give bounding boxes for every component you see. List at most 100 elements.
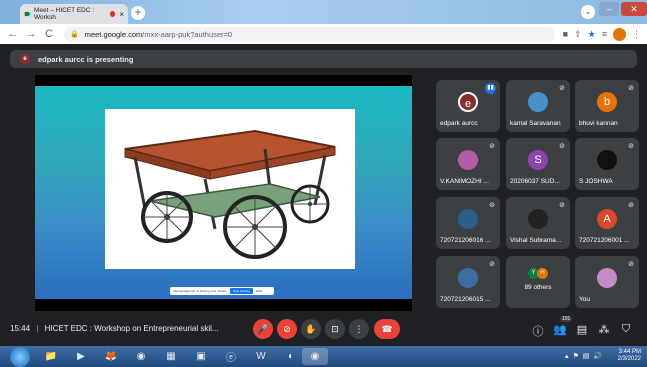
bookmark-star-icon[interactable]: ★ [588,29,596,40]
tab-search-chevron-icon[interactable]: ⌄ [581,5,595,19]
participant-tile[interactable]: ⊘ 720721206015 ... [436,256,500,308]
word-app-icon[interactable]: W [248,348,274,365]
participant-name: V.KANIMOZHI ... [440,178,489,185]
clock-time: 3:44 PM [618,349,641,355]
participant-name: Vishal Subrama... [510,237,562,244]
volume-icon[interactable]: 🔊 [593,352,602,360]
close-window-button[interactable]: ✕ [621,2,647,16]
participant-tile[interactable]: b ⊘ bhuvi kannan [575,80,639,132]
others-tile[interactable]: Y H 89 others [506,256,570,308]
mic-off-icon: ⊘ [559,143,565,150]
url-host: meet.google.com [84,29,143,39]
meeting-time: 15:44 [10,324,31,333]
browser-tab-meet[interactable]: Meet – HICET EDC : Worksh × [20,4,128,24]
participant-tile[interactable]: ⊘ kamal Saravanan [506,80,570,132]
self-tile[interactable]: ⊘ You [575,256,639,308]
participant-avatar: S [528,150,548,170]
screen-share-notice: meet.google.com is sharing your screen. … [170,287,274,295]
clock-date: 2/3/2022 [617,356,641,362]
presenter-avatar: e [20,54,30,64]
stop-sharing-button[interactable]: Stop sharing [230,288,253,294]
host-controls-icon[interactable]: ⛉ [619,323,633,336]
new-tab-button[interactable]: + [131,6,145,20]
mic-off-icon: ⊘ [559,202,565,209]
media-player-app-icon[interactable]: ▶ [68,348,94,365]
participant-tile[interactable]: ⊘ 720721206016 ... [436,197,500,249]
reading-list-icon[interactable]: ≡ [602,29,607,39]
more-options-button[interactable]: ⋮ [349,319,369,339]
forward-button[interactable]: → [24,28,38,40]
activities-icon[interactable]: ⁂ [597,323,611,336]
speaking-indicator-icon: ▮▮ [485,83,496,94]
edge-app-icon[interactable]: ⓔ [218,348,244,365]
participant-tile[interactable]: ⊘ Vishal Subrama... [506,197,570,249]
network-icon[interactable]: ▤ [583,352,590,360]
participant-tile[interactable]: ⊘ S JOSHWA [575,138,639,190]
system-tray: ▴ ⚑ ▤ 🔊 [565,352,602,360]
mic-off-icon: ⊘ [628,85,634,92]
participant-tile[interactable]: ⊘ V.KANIMOZHI ... [436,138,500,190]
participant-tile[interactable]: A ⊘ 720721206001 ... [575,197,639,249]
flag-icon[interactable]: ⚑ [573,352,579,360]
share-icon[interactable]: ⇪ [574,29,582,40]
mic-off-button[interactable]: 🎤 [253,319,273,339]
others-count: 89 others [524,284,552,291]
chat-icon[interactable]: ▤ [575,323,589,336]
participant-avatar [528,209,548,229]
participant-name: You [579,296,590,303]
participant-tile[interactable]: e ▮▮ edpark aurcc [436,80,500,132]
participant-name: 720721206001 ... [579,237,630,244]
meeting-control-bar: 15:44 | HICET EDC : Workshop on Entrepre… [0,314,647,346]
explorer-app-icon[interactable]: 📁 [38,348,64,365]
windows-taskbar: 📁 ▶ 🦊 ◉ ▦ ▣ ⓔ W ◐ ◉ ▴ ⚑ ▤ 🔊 3:44 PM 2/3/… [0,346,647,367]
firefox-app-icon[interactable]: 🦊 [98,348,124,365]
participant-avatar [458,209,478,229]
mic-off-icon: ⊘ [628,143,634,150]
participant-name: edpark aurcc [440,120,478,127]
mic-off-icon: ⊘ [489,261,495,268]
camera-off-button[interactable]: ⊘ [277,319,297,339]
participant-name: kamal Saravanan [510,120,561,127]
participant-name: 20206037 SUD... [510,178,560,185]
raise-hand-button[interactable]: ✋ [301,319,321,339]
hide-button[interactable]: Hide [256,289,262,293]
camera-in-use-icon[interactable]: ■ [563,29,568,39]
presenting-text: edpark aurcc is presenting [38,54,134,64]
tray-chevron-icon[interactable]: ▴ [565,352,569,360]
chrome-app-icon[interactable]: ◉ [128,348,154,365]
participant-avatar [458,268,478,288]
minimize-button[interactable]: – [599,2,619,16]
browser-menu-icon[interactable]: ⋮ [632,29,641,40]
participant-count-badge: 101 [560,316,573,322]
mic-off-icon: ⊘ [559,85,565,92]
url-path: /mxx-aarp-puk?authuser=0 [142,29,233,39]
reload-button[interactable]: C [42,28,56,40]
clock[interactable]: 3:44 PM 2/3/2022 [618,349,641,363]
back-button[interactable]: ← [6,28,20,40]
participant-avatar: A [597,209,617,229]
address-bar[interactable]: 🔒 meet.google.com /mxx-aarp-puk?authuser… [64,26,555,42]
meet-favicon-icon [24,11,31,17]
profile-avatar[interactable] [613,27,626,41]
lock-icon: 🔒 [70,31,79,38]
participant-tile[interactable]: S ⊘ 20206037 SUD... [506,138,570,190]
participant-name: bhuvi kannan [579,120,618,127]
present-now-button[interactable]: ⊡ [325,319,345,339]
meeting-info: 15:44 | HICET EDC : Workshop on Entrepre… [10,324,219,333]
excel-app-icon[interactable]: ▦ [158,348,184,365]
leave-call-button[interactable]: ☎ [374,319,400,339]
participant-name: S JOSHWA [579,178,613,185]
tab-close-button[interactable]: × [119,10,124,19]
meeting-details-icon[interactable]: ⓘ [531,323,545,339]
cart-image [105,109,355,269]
chrome-active-app-icon[interactable]: ◉ [302,348,328,365]
vpn-app-icon[interactable]: ◐ [278,348,304,365]
window-controls: – ✕ [597,2,647,18]
presenting-banner: e edpark aurcc is presenting [10,50,637,68]
tab-title: Meet – HICET EDC : Worksh [33,7,95,21]
start-button[interactable] [10,347,30,367]
powerpoint-app-icon[interactable]: ▣ [188,348,214,365]
participant-avatar [528,92,548,112]
people-icon[interactable]: 👥 [553,323,567,336]
mic-off-icon: ⊘ [489,143,495,150]
